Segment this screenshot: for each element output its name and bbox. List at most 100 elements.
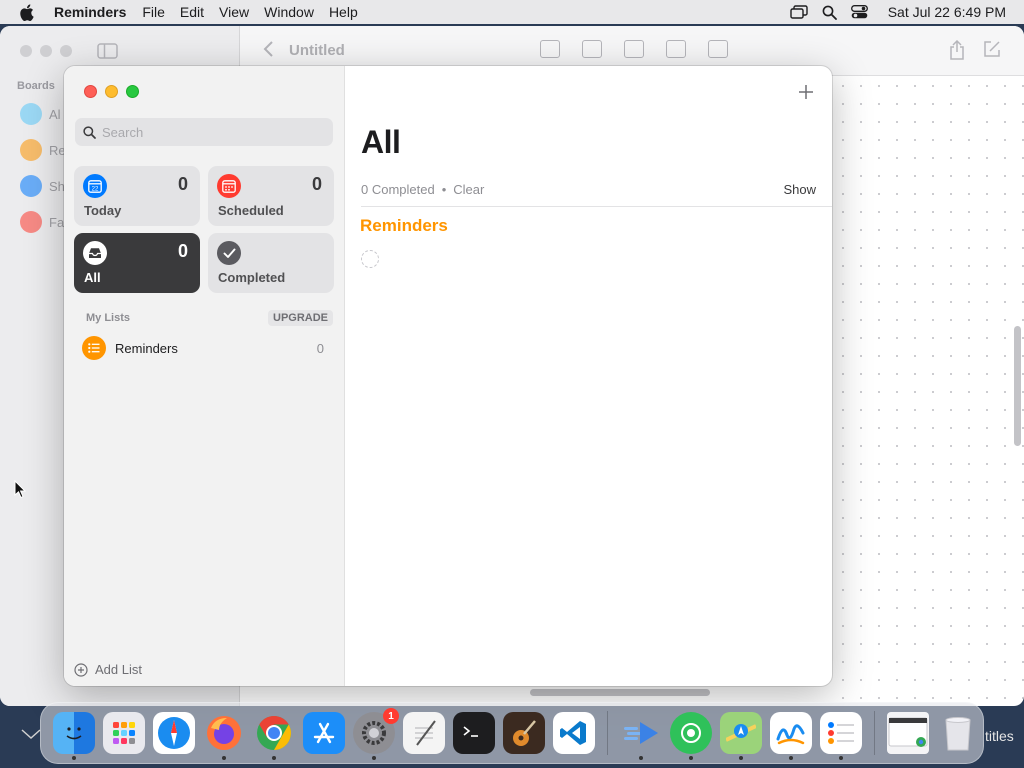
media-tool-icon[interactable] [666, 40, 686, 58]
gear-icon [362, 721, 386, 745]
smart-list-all[interactable]: 0 All [74, 233, 200, 293]
divider [361, 206, 832, 207]
dock-app-store[interactable] [303, 712, 345, 754]
folder-tool-icon[interactable] [708, 40, 728, 58]
apple-menu[interactable] [0, 3, 52, 21]
back-chevron-icon[interactable] [262, 40, 274, 58]
running-indicator [739, 756, 743, 760]
screen-mirroring-icon[interactable] [790, 4, 808, 20]
today-date-number: 22 [92, 186, 99, 192]
menu-window[interactable]: Window [264, 4, 329, 20]
close-button[interactable] [84, 85, 97, 98]
arrow-transfer-icon [624, 722, 658, 744]
running-indicator [689, 756, 693, 760]
smart-list-today[interactable]: 22 0 Today [74, 166, 200, 226]
settings-badge: 1 [383, 708, 399, 724]
window-controls [84, 85, 139, 98]
finder-face-icon [66, 727, 82, 740]
share-icon[interactable] [949, 40, 965, 60]
menu-app-name[interactable]: Reminders [52, 4, 142, 20]
add-list-button[interactable]: Add List [74, 662, 142, 677]
menu-file[interactable]: File [142, 4, 180, 20]
completed-label: Completed [218, 270, 286, 285]
search-icon [83, 125, 96, 139]
tray-icon [83, 241, 107, 265]
reminders-window: 22 0 Today 0 Scheduled 0 All Completed [64, 66, 832, 686]
completed-count-text: 0 Completed [361, 182, 435, 197]
dock-textedit[interactable] [403, 712, 445, 754]
dock-terminal[interactable] [453, 712, 495, 754]
vscode-icon [560, 721, 586, 745]
mouse-pointer-icon [14, 480, 26, 499]
scheduled-count: 0 [311, 174, 322, 194]
search-input[interactable] [102, 124, 322, 140]
chrome-icon [257, 716, 291, 750]
menu-edit[interactable]: Edit [180, 4, 219, 20]
running-indicator [72, 756, 76, 760]
smart-list-scheduled[interactable]: 0 Scheduled [208, 166, 334, 226]
loading-spinner-icon [361, 250, 379, 268]
reminders-app-icon [828, 722, 854, 744]
dock-launchpad[interactable] [103, 712, 145, 754]
map-pin-icon [726, 724, 756, 742]
dock-maps[interactable] [720, 712, 762, 760]
shapes-tool-icon[interactable] [582, 40, 602, 58]
running-indicator [372, 756, 376, 760]
dock-safari[interactable] [153, 712, 195, 754]
show-completed-button[interactable]: Show [783, 182, 816, 197]
my-lists-heading: My Lists [86, 312, 131, 324]
list-name: Reminders [115, 340, 178, 356]
dock-migration-app[interactable] [620, 712, 662, 760]
dock-reminders[interactable] [820, 712, 862, 760]
menu-view[interactable]: View [219, 4, 264, 20]
smart-list-completed[interactable]: Completed [208, 233, 334, 293]
minimize-button[interactable] [105, 85, 118, 98]
spotlight-search-icon[interactable] [822, 5, 837, 20]
dock-freeform[interactable] [770, 712, 812, 760]
list-item-reminders[interactable]: Reminders 0 [82, 336, 324, 360]
dock-find-my[interactable] [670, 712, 712, 760]
chevron-down-icon[interactable] [20, 728, 42, 740]
background-window-controls [20, 45, 72, 57]
freeform-canvas[interactable] [834, 77, 1024, 706]
page-title: All [361, 124, 401, 160]
upgrade-button[interactable]: UPGRADE [268, 310, 334, 326]
menubar-clock[interactable]: Sat Jul 22 6:49 PM [888, 4, 1006, 20]
horizontal-scrollbar[interactable] [530, 689, 710, 696]
dock-vscode[interactable] [553, 712, 595, 754]
all-count: 0 [177, 241, 188, 261]
guitar-icon [513, 720, 536, 746]
dock-finder[interactable] [53, 712, 95, 760]
bg-close-button[interactable] [20, 45, 32, 57]
running-indicator [272, 756, 276, 760]
compose-icon[interactable] [983, 40, 1001, 58]
sidebar-toggle-icon[interactable] [97, 43, 118, 59]
firefox-icon [207, 716, 241, 750]
terminal-prompt-icon [463, 726, 478, 737]
search-field[interactable] [75, 118, 333, 146]
dock-system-settings[interactable]: 1 [353, 708, 399, 760]
menu-help[interactable]: Help [329, 4, 373, 20]
dock-trash[interactable] [937, 712, 979, 754]
note-tool-icon[interactable] [540, 40, 560, 58]
control-center-icon[interactable] [850, 5, 868, 19]
dock-chrome[interactable] [253, 712, 295, 760]
bg-minimize-button[interactable] [40, 45, 52, 57]
add-reminder-icon[interactable] [798, 84, 814, 100]
maximize-button[interactable] [126, 85, 139, 98]
find-my-icon [681, 723, 701, 743]
completed-summary-row: 0 Completed • Clear Show [361, 182, 816, 197]
dock-garageband[interactable] [503, 712, 545, 754]
clock-icon [20, 139, 42, 161]
bg-maximize-button[interactable] [60, 45, 72, 57]
vertical-scrollbar[interactable] [1014, 326, 1021, 446]
checkmark-icon [217, 241, 241, 265]
freeform-scribble-icon [776, 724, 805, 745]
dock-firefox[interactable] [203, 712, 245, 760]
dock-chrome-window-thumbnail[interactable] [887, 712, 929, 754]
dock-separator [607, 711, 608, 755]
text-tool-icon[interactable] [624, 40, 644, 58]
compass-icon [158, 717, 190, 749]
clear-button[interactable]: Clear [453, 182, 484, 197]
apple-icon [19, 3, 34, 21]
